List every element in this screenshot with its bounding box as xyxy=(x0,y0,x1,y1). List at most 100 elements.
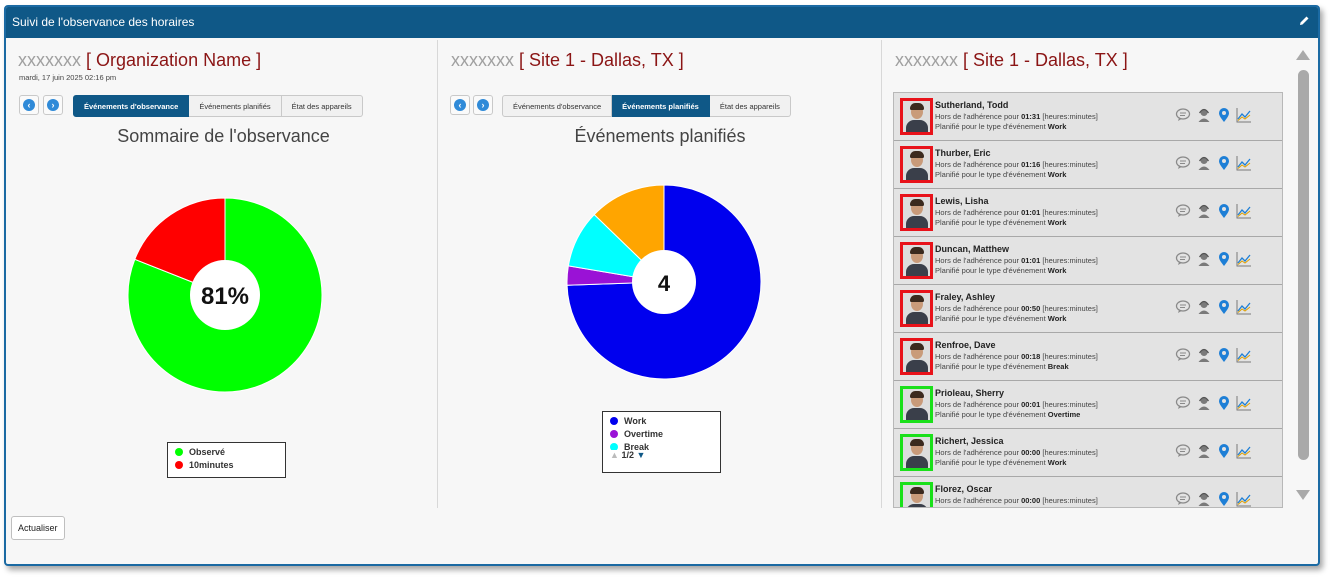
agent-headset-icon[interactable] xyxy=(1196,155,1212,171)
line-suffix: [heures:minutes] xyxy=(1042,352,1098,361)
agent-duration: 01:16 xyxy=(1021,160,1041,169)
location-pin-icon[interactable] xyxy=(1217,107,1231,123)
photo-body xyxy=(906,216,928,228)
photo-hair xyxy=(910,295,924,302)
scrollbar[interactable] xyxy=(1296,50,1310,505)
agent-headset-icon[interactable] xyxy=(1196,395,1212,411)
location-pin-icon[interactable] xyxy=(1217,395,1231,411)
agent-list[interactable]: Sutherland, Todd Hors de l'adhérence pour… xyxy=(893,92,1283,508)
legend-item[interactable]: Overtime xyxy=(610,428,720,441)
location-pin-icon[interactable] xyxy=(1217,347,1231,363)
agent-adherence-line: Hors de l'adhérence pour 00:01 [heures:m… xyxy=(935,400,1098,409)
tab-adherence-events[interactable]: Événements d'observance xyxy=(73,95,190,117)
chart-line-icon[interactable] xyxy=(1236,251,1252,267)
scheduled-donut-chart: 4 xyxy=(566,184,762,380)
agent-duration: 00:01 xyxy=(1021,400,1041,409)
next-button[interactable]: › xyxy=(473,95,493,115)
tab-adherence-events[interactable]: Événements d'observance xyxy=(502,95,613,117)
chat-icon[interactable] xyxy=(1175,203,1191,219)
pager-down-icon[interactable]: ▼ xyxy=(636,450,645,460)
agent-row[interactable]: Florez, Oscar Hors de l'adhérence pour 00… xyxy=(894,477,1282,507)
pager-up-icon[interactable]: ▲ xyxy=(610,450,619,460)
site-chart-panel: xxxxxxx [ Site 1 - Dallas, TX ] ‹ › Évén… xyxy=(439,40,882,508)
chart-line-icon[interactable] xyxy=(1236,299,1252,315)
tab-device-status[interactable]: État des appareils xyxy=(281,95,363,117)
chat-icon[interactable] xyxy=(1175,443,1191,459)
agent-headset-icon[interactable] xyxy=(1196,299,1212,315)
arrow-right-icon: › xyxy=(477,99,489,111)
agent-row[interactable]: Duncan, Matthew Hors de l'adhérence pour … xyxy=(894,237,1282,285)
agent-row[interactable]: Prioleau, Sherry Hors de l'adhérence pour… xyxy=(894,381,1282,429)
location-pin-icon[interactable] xyxy=(1217,443,1231,459)
agent-adherence-line: Hors de l'adhérence pour 01:31 [heures:m… xyxy=(935,112,1098,121)
agent-event-line: Planifié pour le type d'événement Work xyxy=(935,314,1066,323)
tab-scheduled-events[interactable]: Événements planifiés xyxy=(189,95,282,117)
agent-actions xyxy=(1175,299,1257,320)
agent-name: Thurber, Eric xyxy=(935,148,991,158)
chart-line-icon[interactable] xyxy=(1236,155,1252,171)
chat-icon[interactable] xyxy=(1175,491,1191,507)
legend-item[interactable]: Observé xyxy=(175,446,285,459)
chat-icon[interactable] xyxy=(1175,347,1191,363)
heading-name: [ Organization Name ] xyxy=(86,50,262,70)
agent-event-line: Planifié pour le type d'événement Break xyxy=(935,362,1069,371)
chat-icon[interactable] xyxy=(1175,299,1191,315)
agent-name: Renfroe, Dave xyxy=(935,340,996,350)
agent-row[interactable]: Thurber, Eric Hors de l'adhérence pour 01… xyxy=(894,141,1282,189)
photo-body xyxy=(906,408,928,420)
scroll-up-arrow[interactable] xyxy=(1296,50,1310,60)
next-button[interactable]: › xyxy=(43,95,63,115)
tab-device-status[interactable]: État des appareils xyxy=(709,95,791,117)
line-prefix: Hors de l'adhérence pour xyxy=(935,256,1019,265)
scroll-down-arrow[interactable] xyxy=(1296,490,1310,500)
agent-headset-icon[interactable] xyxy=(1196,251,1212,267)
donut-center-label: 81% xyxy=(201,283,249,310)
previous-button[interactable]: ‹ xyxy=(450,95,470,115)
location-pin-icon[interactable] xyxy=(1217,491,1231,507)
line-prefix: Planifié pour le type d'événement xyxy=(935,506,1046,507)
agent-row[interactable]: Fraley, Ashley Hors de l'adhérence pour 0… xyxy=(894,285,1282,333)
chart-line-icon[interactable] xyxy=(1236,491,1252,507)
agent-headset-icon[interactable] xyxy=(1196,443,1212,459)
agent-row[interactable]: Renfroe, Dave Hors de l'adhérence pour 00… xyxy=(894,333,1282,381)
chat-icon[interactable] xyxy=(1175,155,1191,171)
donut-center-label: 4 xyxy=(658,271,671,296)
line-suffix: [heures:minutes] xyxy=(1042,448,1098,457)
chat-icon[interactable] xyxy=(1175,395,1191,411)
tab-scheduled-events[interactable]: Événements planifiés xyxy=(612,95,710,117)
chart-line-icon[interactable] xyxy=(1236,107,1252,123)
agent-headset-icon[interactable] xyxy=(1196,107,1212,123)
agent-row[interactable]: Lewis, Lisha Hors de l'adhérence pour 01:… xyxy=(894,189,1282,237)
legend-swatch xyxy=(175,448,183,456)
pager-text: 1/2 xyxy=(621,450,634,460)
agent-adherence-line: Hors de l'adhérence pour 01:01 [heures:m… xyxy=(935,208,1098,217)
legend-item[interactable]: 10minutes xyxy=(175,459,285,472)
location-pin-icon[interactable] xyxy=(1217,299,1231,315)
legend-item[interactable]: Work xyxy=(610,415,720,428)
photo-body xyxy=(906,168,928,180)
legend-item[interactable]: Break xyxy=(610,441,720,450)
agent-actions xyxy=(1175,395,1257,416)
chat-icon[interactable] xyxy=(1175,251,1191,267)
agent-event-type: Work xyxy=(1047,218,1067,227)
agent-headset-icon[interactable] xyxy=(1196,491,1212,507)
location-pin-icon[interactable] xyxy=(1217,251,1231,267)
agent-headset-icon[interactable] xyxy=(1196,347,1212,363)
pencil-icon[interactable] xyxy=(1299,7,1310,38)
previous-button[interactable]: ‹ xyxy=(19,95,39,115)
chart-line-icon[interactable] xyxy=(1236,203,1252,219)
agent-row[interactable]: Richert, Jessica Hors de l'adhérence pour… xyxy=(894,429,1282,477)
chart-line-icon[interactable] xyxy=(1236,347,1252,363)
chart-line-icon[interactable] xyxy=(1236,443,1252,459)
chat-icon[interactable] xyxy=(1175,107,1191,123)
location-pin-icon[interactable] xyxy=(1217,203,1231,219)
agent-event-line: Planifié pour le type d'événement Overti… xyxy=(935,410,1080,419)
agent-row[interactable]: Sutherland, Todd Hors de l'adhérence pour… xyxy=(894,93,1282,141)
location-pin-icon[interactable] xyxy=(1217,155,1231,171)
refresh-button[interactable]: Actualiser xyxy=(11,516,65,540)
agent-headset-icon[interactable] xyxy=(1196,203,1212,219)
scroll-thumb[interactable] xyxy=(1298,70,1309,460)
chart-line-icon[interactable] xyxy=(1236,395,1252,411)
line-prefix: Hors de l'adhérence pour xyxy=(935,448,1019,457)
agent-adherence-line: Hors de l'adhérence pour 00:00 [heures:m… xyxy=(935,448,1098,457)
